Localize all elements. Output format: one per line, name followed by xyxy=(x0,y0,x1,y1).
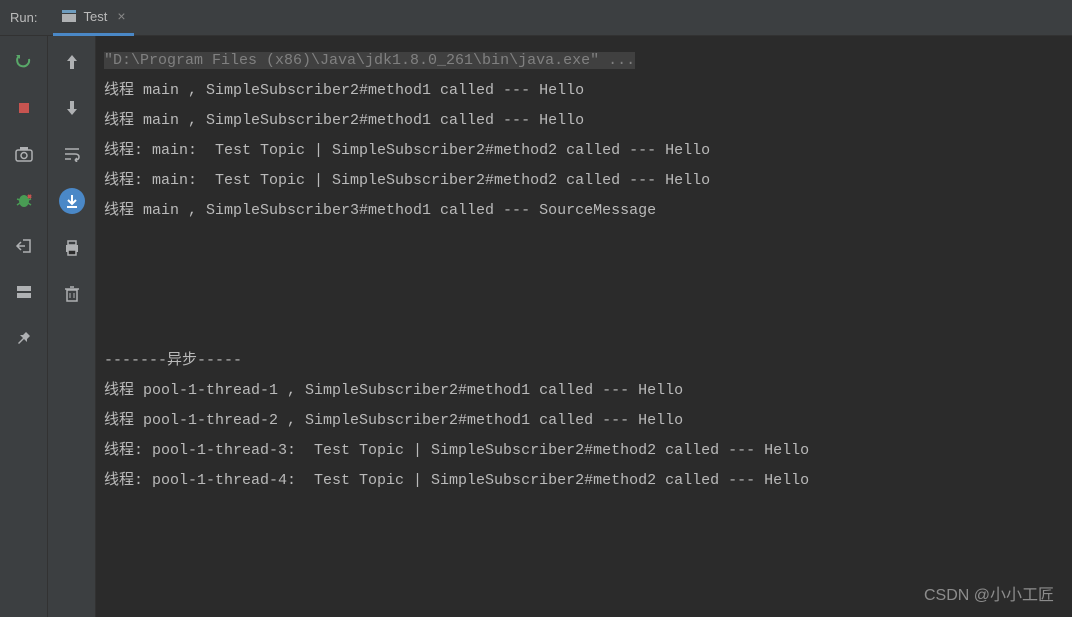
stop-button[interactable] xyxy=(12,96,36,120)
scroll-to-end-button[interactable] xyxy=(59,188,85,214)
toolbar-left xyxy=(0,36,48,617)
close-icon[interactable]: × xyxy=(117,8,125,24)
console-line: 线程 main , SimpleSubscriber2#method1 call… xyxy=(104,76,1064,106)
layout-icon[interactable] xyxy=(12,280,36,304)
console-line xyxy=(104,286,1064,316)
tab-label: Test xyxy=(83,9,107,24)
rerun-button[interactable] xyxy=(12,50,36,74)
watermark: CSDN @小小工匠 xyxy=(924,581,1054,605)
console-line: 线程: pool-1-thread-4: Test Topic | Simple… xyxy=(104,466,1064,496)
run-tool-header: Run: Test × xyxy=(0,0,1072,36)
camera-icon[interactable] xyxy=(12,142,36,166)
pin-icon[interactable] xyxy=(12,326,36,350)
console-line: -------异步----- xyxy=(104,346,1064,376)
bug-icon[interactable] xyxy=(12,188,36,212)
console-output[interactable]: "D:\Program Files (x86)\Java\jdk1.8.0_26… xyxy=(96,36,1072,617)
console-line: 线程: main: Test Topic | SimpleSubscriber2… xyxy=(104,166,1064,196)
wrap-icon[interactable] xyxy=(60,142,84,166)
console-line xyxy=(104,316,1064,346)
console-line: 线程 pool-1-thread-2 , SimpleSubscriber2#m… xyxy=(104,406,1064,436)
toolbar-secondary xyxy=(48,36,96,617)
console-line: 线程 main , SimpleSubscriber3#method1 call… xyxy=(104,196,1064,226)
console-line: 线程: pool-1-thread-3: Test Topic | Simple… xyxy=(104,436,1064,466)
run-label: Run: xyxy=(10,10,37,25)
console-command: "D:\Program Files (x86)\Java\jdk1.8.0_26… xyxy=(104,52,635,69)
up-arrow-icon[interactable] xyxy=(60,50,84,74)
console-line: 线程 pool-1-thread-1 , SimpleSubscriber2#m… xyxy=(104,376,1064,406)
console-line xyxy=(104,256,1064,286)
exit-icon[interactable] xyxy=(12,234,36,258)
trash-icon[interactable] xyxy=(60,282,84,306)
print-icon[interactable] xyxy=(60,236,84,260)
application-icon xyxy=(61,8,77,24)
console-line: 线程 main , SimpleSubscriber2#method1 call… xyxy=(104,106,1064,136)
console-line: 线程: main: Test Topic | SimpleSubscriber2… xyxy=(104,136,1064,166)
run-panel-body: "D:\Program Files (x86)\Java\jdk1.8.0_26… xyxy=(0,36,1072,617)
tab-test[interactable]: Test × xyxy=(53,0,133,36)
down-arrow-icon[interactable] xyxy=(60,96,84,120)
console-line xyxy=(104,226,1064,256)
